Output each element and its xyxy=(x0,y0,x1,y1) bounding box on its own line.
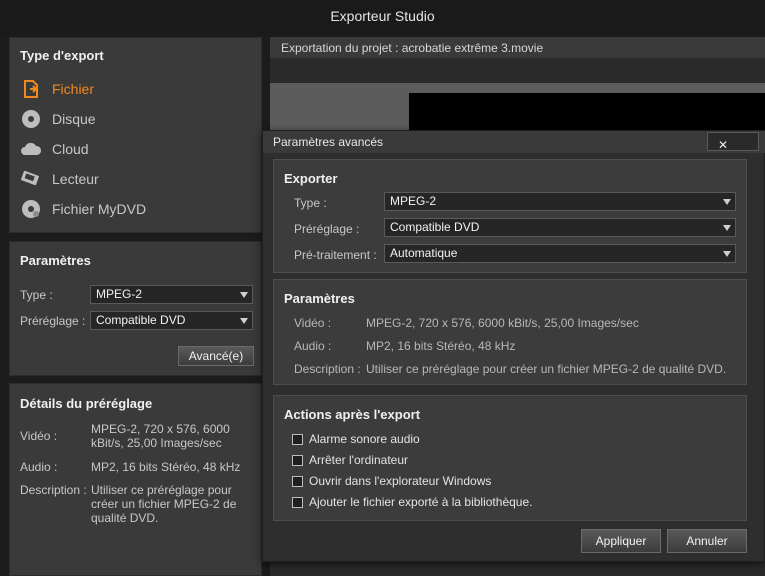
close-button[interactable]: ✕ xyxy=(707,132,759,152)
export-type-label: Fichier MyDVD xyxy=(52,201,147,217)
chevron-down-icon xyxy=(240,292,248,298)
mydvd-icon xyxy=(20,198,42,220)
title-bar: Exporteur Studio xyxy=(0,0,765,34)
dlg-preprocess-label: Pré-traitement : xyxy=(294,248,377,262)
checkbox-box[interactable] xyxy=(292,433,303,445)
checkbox-open-explorer[interactable]: Ouvrir dans l'explorateur Windows xyxy=(292,473,491,489)
project-label: Exportation du projet : acrobatie extrêm… xyxy=(281,41,544,55)
export-type-fichier[interactable]: Fichier xyxy=(20,77,250,101)
chevron-down-icon xyxy=(723,251,731,257)
dialog-title: Paramètres avancés xyxy=(273,135,384,149)
audio-value: MP2, 16 bits Stéréo, 48 kHz xyxy=(91,460,241,474)
export-section: Exporter Type : MPEG-2 Préréglage : Comp… xyxy=(273,159,747,273)
dlg-video-label: Vidéo : xyxy=(294,316,332,330)
dlg-preset-select[interactable]: Compatible DVD xyxy=(384,218,736,237)
export-type-disque[interactable]: Disque xyxy=(20,107,250,131)
export-type-panel: Type d'export Fichier Disque Cloud Lecte… xyxy=(9,37,262,233)
dlg-params-heading: Paramètres xyxy=(284,291,355,306)
preset-label: Préréglage : xyxy=(20,314,86,328)
dlg-description-value: Utiliser ce préréglage pour créer un fic… xyxy=(366,362,727,376)
chevron-down-icon xyxy=(240,318,248,324)
export-type-label: Lecteur xyxy=(52,171,99,187)
type-select[interactable]: MPEG-2 xyxy=(90,285,253,304)
preset-select[interactable]: Compatible DVD xyxy=(90,311,253,330)
export-type-cloud[interactable]: Cloud xyxy=(20,137,250,161)
export-type-mydvd[interactable]: Fichier MyDVD xyxy=(20,197,250,221)
cancel-button[interactable]: Annuler xyxy=(667,529,747,553)
checkbox-add-to-library[interactable]: Ajouter le fichier exporté à la biblioth… xyxy=(292,494,532,510)
dlg-type-select[interactable]: MPEG-2 xyxy=(384,192,736,211)
video-value-line2: kBit/s, 25,00 Images/sec xyxy=(91,436,222,450)
dlg-type-label: Type : xyxy=(294,196,327,210)
description-line3: qualité DVD. xyxy=(91,511,159,525)
dlg-video-value: MPEG-2, 720 x 576, 6000 kBit/s, 25,00 Im… xyxy=(366,316,639,330)
export-type-label: Cloud xyxy=(52,141,89,157)
export-type-heading: Type d'export xyxy=(20,48,104,63)
type-select-value: MPEG-2 xyxy=(96,287,143,301)
export-type-label: Fichier xyxy=(52,81,95,97)
checkbox-label: Ajouter le fichier exporté à la biblioth… xyxy=(309,495,533,509)
chevron-down-icon xyxy=(723,199,731,205)
export-type-lecteur[interactable]: Lecteur xyxy=(20,167,250,191)
checkbox-label: Alarme sonore audio xyxy=(309,432,420,446)
description-line1: Utiliser ce préréglage pour xyxy=(91,483,232,497)
type-label: Type : xyxy=(20,288,53,302)
checkbox-shutdown[interactable]: Arrêter l'ordinateur xyxy=(292,452,408,468)
dlg-preset-label: Préréglage : xyxy=(294,222,360,236)
video-label: Vidéo : xyxy=(20,429,58,443)
checkbox-box[interactable] xyxy=(292,496,303,508)
dlg-preset-value: Compatible DVD xyxy=(390,220,480,234)
checkbox-label: Arrêter l'ordinateur xyxy=(309,453,408,467)
dialog-titlebar: Paramètres avancés ✕ xyxy=(263,131,765,153)
advanced-button[interactable]: Avancé(e) xyxy=(178,346,254,366)
file-export-icon xyxy=(20,78,42,100)
dlg-description-label: Description : xyxy=(294,362,361,376)
description-line2: créer un fichier MPEG-2 de xyxy=(91,497,237,511)
cloud-icon xyxy=(20,138,42,160)
actions-heading: Actions après l'export xyxy=(284,407,421,422)
audio-label: Audio : xyxy=(20,460,58,474)
dlg-audio-value: MP2, 16 bits Stéréo, 48 kHz xyxy=(366,339,516,353)
project-bar: Exportation du projet : acrobatie extrêm… xyxy=(270,37,765,59)
checkbox-label: Ouvrir dans l'explorateur Windows xyxy=(309,474,492,488)
dlg-params-section: Paramètres Vidéo : MPEG-2, 720 x 576, 60… xyxy=(273,279,747,385)
dlg-audio-label: Audio : xyxy=(294,339,332,353)
advanced-settings-dialog: Paramètres avancés ✕ Exporter Type : MPE… xyxy=(262,130,765,562)
apply-button[interactable]: Appliquer xyxy=(581,529,661,553)
close-icon: ✕ xyxy=(718,138,729,152)
video-value-line1: MPEG-2, 720 x 576, 6000 xyxy=(91,422,230,436)
chevron-down-icon xyxy=(723,225,731,231)
preset-select-value: Compatible DVD xyxy=(96,313,186,327)
dlg-preprocess-value: Automatique xyxy=(390,246,458,260)
dlg-preprocess-select[interactable]: Automatique xyxy=(384,244,736,263)
post-export-actions-section: Actions après l'export Alarme sonore aud… xyxy=(273,395,747,521)
preset-details-panel: Détails du préréglage Vidéo : MPEG-2, 72… xyxy=(9,383,262,576)
description-label: Description : xyxy=(20,483,87,497)
params-panel: Paramètres Type : MPEG-2 Préréglage : Co… xyxy=(9,241,262,376)
dlg-type-value: MPEG-2 xyxy=(390,194,437,208)
export-type-label: Disque xyxy=(52,111,96,127)
checkbox-sound-alarm[interactable]: Alarme sonore audio xyxy=(292,431,420,447)
device-icon xyxy=(20,168,42,190)
checkbox-box[interactable] xyxy=(292,475,303,487)
details-heading: Détails du préréglage xyxy=(20,396,153,411)
app-title: Exporteur Studio xyxy=(330,8,435,24)
params-heading: Paramètres xyxy=(20,253,91,268)
disc-icon xyxy=(20,108,42,130)
checkbox-box[interactable] xyxy=(292,454,303,466)
export-heading: Exporter xyxy=(284,171,338,186)
preview-screen xyxy=(409,93,765,133)
